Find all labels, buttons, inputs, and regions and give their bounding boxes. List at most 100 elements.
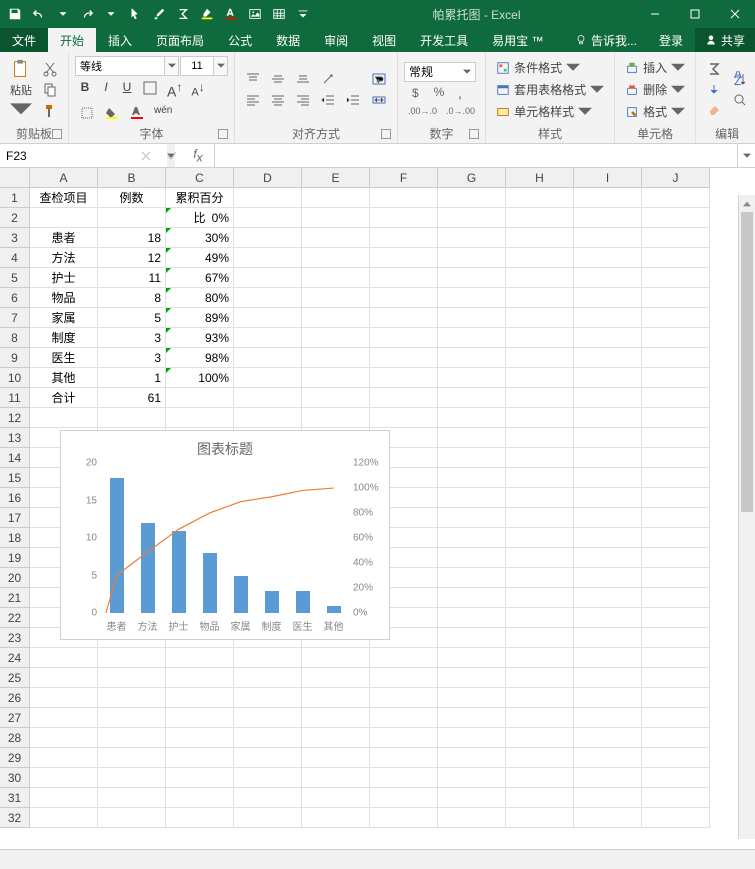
- clipboard-dialog-launcher[interactable]: [52, 129, 62, 139]
- cell[interactable]: [370, 308, 438, 328]
- save-icon[interactable]: [4, 3, 26, 25]
- cell[interactable]: [438, 248, 506, 268]
- cell[interactable]: [642, 588, 710, 608]
- cell[interactable]: 医生: [30, 348, 98, 368]
- find-select-button[interactable]: [728, 90, 752, 110]
- cell[interactable]: [642, 468, 710, 488]
- cell[interactable]: [234, 368, 302, 388]
- cell[interactable]: [506, 808, 574, 828]
- row-header[interactable]: 31: [0, 788, 30, 808]
- cell[interactable]: [302, 728, 370, 748]
- row-header[interactable]: 7: [0, 308, 30, 328]
- fill-button[interactable]: [702, 80, 726, 100]
- cell[interactable]: [370, 368, 438, 388]
- underline-button[interactable]: U: [117, 78, 137, 102]
- row-header[interactable]: 30: [0, 768, 30, 788]
- cell[interactable]: [98, 668, 166, 688]
- column-header[interactable]: B: [98, 168, 166, 188]
- cell[interactable]: [642, 528, 710, 548]
- cell[interactable]: [30, 208, 98, 228]
- cell[interactable]: 3: [98, 348, 166, 368]
- row-header[interactable]: 23: [0, 628, 30, 648]
- cell[interactable]: [234, 248, 302, 268]
- column-header[interactable]: G: [438, 168, 506, 188]
- cell[interactable]: [642, 348, 710, 368]
- column-header[interactable]: F: [370, 168, 438, 188]
- cell[interactable]: 61: [98, 388, 166, 408]
- cell[interactable]: [166, 788, 234, 808]
- column-header[interactable]: H: [506, 168, 574, 188]
- column-header[interactable]: I: [574, 168, 642, 188]
- expand-formula-bar[interactable]: [737, 144, 755, 167]
- cell[interactable]: [234, 708, 302, 728]
- cell[interactable]: [574, 688, 642, 708]
- chevron-down-icon[interactable]: [165, 56, 179, 76]
- cell[interactable]: [642, 548, 710, 568]
- cell[interactable]: 89%: [166, 308, 234, 328]
- cell[interactable]: [574, 608, 642, 628]
- picture-icon[interactable]: [244, 3, 266, 25]
- cell[interactable]: 制度: [30, 328, 98, 348]
- cell[interactable]: [506, 708, 574, 728]
- wrap-text-button[interactable]: [367, 69, 391, 89]
- row-header[interactable]: 6: [0, 288, 30, 308]
- cell[interactable]: [30, 768, 98, 788]
- cell[interactable]: [506, 768, 574, 788]
- cell[interactable]: [574, 328, 642, 348]
- align-left-button[interactable]: [241, 90, 265, 110]
- vertical-scrollbar[interactable]: [738, 195, 755, 839]
- cell[interactable]: [98, 208, 166, 228]
- cell[interactable]: [370, 788, 438, 808]
- cell[interactable]: [370, 288, 438, 308]
- row-header[interactable]: 8: [0, 328, 30, 348]
- cell[interactable]: [302, 388, 370, 408]
- redo-icon[interactable]: [76, 3, 98, 25]
- cell[interactable]: [506, 228, 574, 248]
- cell[interactable]: [370, 268, 438, 288]
- cell[interactable]: [574, 808, 642, 828]
- qat-customize-icon[interactable]: [292, 3, 314, 25]
- currency-button[interactable]: $: [404, 83, 428, 103]
- cell[interactable]: [574, 548, 642, 568]
- cell[interactable]: [30, 788, 98, 808]
- cell[interactable]: [438, 748, 506, 768]
- cell[interactable]: [438, 328, 506, 348]
- cell[interactable]: 67%: [166, 268, 234, 288]
- cell[interactable]: [506, 188, 574, 208]
- tab-data[interactable]: 数据: [264, 28, 312, 52]
- tell-me-search[interactable]: 告诉我...: [565, 28, 647, 52]
- cell[interactable]: [98, 788, 166, 808]
- format-as-table-button[interactable]: 套用表格格式: [492, 79, 608, 100]
- cell[interactable]: 49%: [166, 248, 234, 268]
- row-header[interactable]: 1: [0, 188, 30, 208]
- cell[interactable]: [438, 308, 506, 328]
- cell[interactable]: [166, 748, 234, 768]
- cell[interactable]: [234, 808, 302, 828]
- cell[interactable]: [438, 588, 506, 608]
- cell[interactable]: [574, 708, 642, 728]
- tab-view[interactable]: 视图: [360, 28, 408, 52]
- cell[interactable]: [438, 388, 506, 408]
- cell[interactable]: [642, 228, 710, 248]
- column-header[interactable]: C: [166, 168, 234, 188]
- cell[interactable]: [370, 408, 438, 428]
- cell[interactable]: [574, 488, 642, 508]
- cell[interactable]: [574, 588, 642, 608]
- cell[interactable]: [302, 748, 370, 768]
- cell[interactable]: [370, 388, 438, 408]
- cell[interactable]: [506, 248, 574, 268]
- format-painter-button[interactable]: [38, 101, 62, 121]
- cell[interactable]: [302, 408, 370, 428]
- cell[interactable]: [506, 348, 574, 368]
- cell[interactable]: [234, 268, 302, 288]
- row-header[interactable]: 18: [0, 528, 30, 548]
- row-header[interactable]: 32: [0, 808, 30, 828]
- cell[interactable]: 家属: [30, 308, 98, 328]
- cell[interactable]: [574, 408, 642, 428]
- row-header[interactable]: 26: [0, 688, 30, 708]
- row-header[interactable]: 15: [0, 468, 30, 488]
- tab-home[interactable]: 开始: [48, 28, 96, 52]
- conditional-formatting-button[interactable]: 条件格式: [492, 57, 608, 78]
- row-header[interactable]: 4: [0, 248, 30, 268]
- cell[interactable]: [370, 248, 438, 268]
